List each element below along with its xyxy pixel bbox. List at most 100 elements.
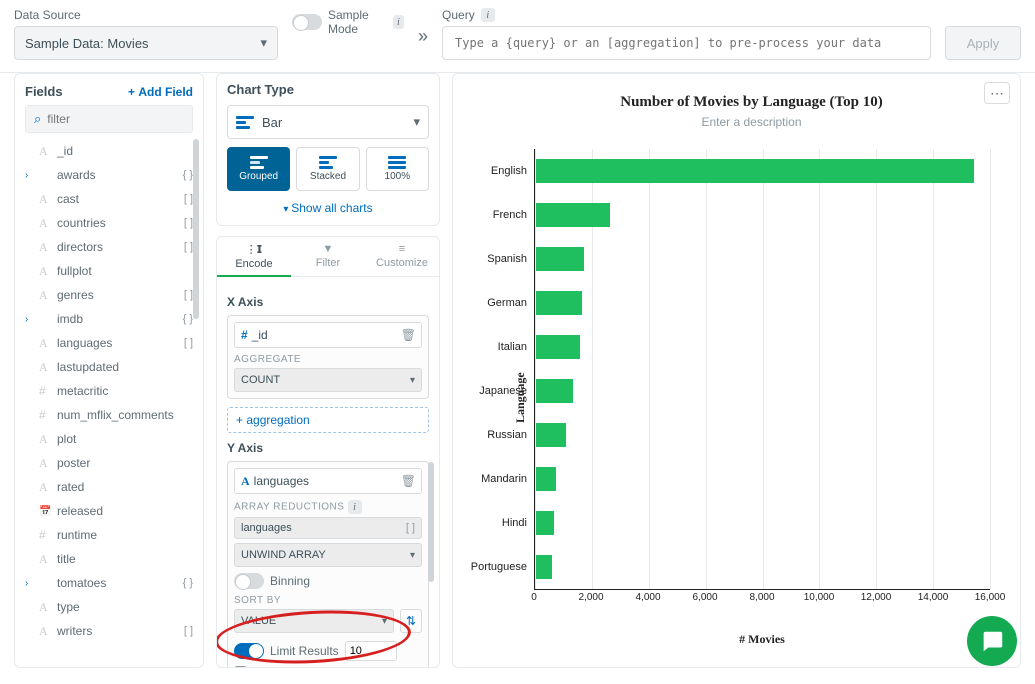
field-item-title[interactable]: Atitle	[25, 547, 201, 571]
bar-label: Portuguese	[471, 561, 535, 573]
field-item-type[interactable]: Atype	[25, 595, 201, 619]
field-item-genres[interactable]: Agenres[ ]	[25, 283, 201, 307]
field-item-languages[interactable]: Alanguages[ ]	[25, 331, 201, 355]
data-source-label: Data Source	[14, 8, 81, 22]
scrollbar[interactable]	[428, 462, 436, 667]
add-aggregation[interactable]: + aggregation	[227, 407, 429, 433]
field-item-directors[interactable]: Adirectors[ ]	[25, 235, 201, 259]
limit-results-toggle[interactable]	[234, 643, 264, 659]
field-item-cast[interactable]: Acast[ ]	[25, 187, 201, 211]
bar-label: Russian	[487, 429, 535, 441]
bar[interactable]	[536, 423, 566, 447]
chevron-right-icon: »	[418, 26, 428, 47]
chart-type-select[interactable]: Bar	[227, 105, 429, 139]
aggregate-label: AGGREGATE	[234, 354, 422, 365]
field-item-fullplot[interactable]: Afullplot	[25, 259, 201, 283]
field-item-num_mflix_comments[interactable]: #num_mflix_comments	[25, 403, 201, 427]
xaxis-label: X Axis	[227, 295, 429, 309]
sort-direction-button[interactable]: ⇅	[400, 609, 422, 633]
sample-mode-toggle[interactable]	[292, 14, 322, 30]
info-icon[interactable]: i	[481, 8, 495, 22]
field-item-_id[interactable]: A_id	[25, 139, 201, 163]
bar-label: Hindi	[502, 517, 535, 529]
add-field-button[interactable]: Add Field	[128, 85, 193, 99]
field-item-poster[interactable]: Aposter	[25, 451, 201, 475]
bar[interactable]	[536, 555, 552, 579]
field-item-released[interactable]: 📅released	[25, 499, 201, 523]
bar-label: Mandarin	[481, 473, 535, 485]
subtype-grouped[interactable]: Grouped	[227, 147, 290, 191]
info-icon[interactable]: i	[348, 500, 362, 514]
bar[interactable]	[536, 335, 580, 359]
subtype-100[interactable]: 100%	[366, 147, 429, 191]
array-op-select[interactable]: UNWIND ARRAY	[234, 543, 422, 567]
field-item-awards[interactable]: ›awards{ }	[25, 163, 201, 187]
chat-icon	[979, 628, 1005, 654]
field-item-lastupdated[interactable]: Alastupdated	[25, 355, 201, 379]
data-source-select[interactable]: Sample Data: Movies	[14, 26, 278, 60]
chart-subtitle[interactable]: Enter a description	[513, 115, 990, 129]
show-all-others-label: Show "All Others"	[253, 665, 348, 667]
bar-label: Italian	[498, 341, 535, 353]
bar[interactable]	[536, 467, 556, 491]
xaxis-field-chip[interactable]: # _id 🗑	[234, 322, 422, 348]
aggregate-select[interactable]: COUNT	[234, 368, 422, 392]
search-icon: ⌕	[34, 111, 41, 127]
bar-label: Japanese	[479, 385, 535, 397]
chart-plot-area: EnglishFrenchSpanishGermanItalianJapanes…	[534, 149, 990, 590]
sample-mode-label: Sample Mode	[328, 8, 387, 36]
100pct-icon	[388, 156, 406, 169]
bar-label: French	[493, 209, 535, 221]
chart-title[interactable]: Number of Movies by Language (Top 10)	[513, 94, 990, 111]
intercom-launcher[interactable]	[967, 616, 1017, 666]
bar-label: English	[491, 165, 535, 177]
query-label: Query	[442, 8, 475, 22]
stacked-icon	[319, 156, 337, 169]
yaxis-field-chip[interactable]: A languages 🗑	[234, 468, 422, 494]
fields-title: Fields	[25, 84, 63, 99]
show-all-charts[interactable]: Show all charts	[227, 201, 429, 215]
bar[interactable]	[536, 291, 582, 315]
sort-by-label: SORT BY	[234, 595, 422, 606]
field-item-runtime[interactable]: #runtime	[25, 523, 201, 547]
bar[interactable]	[536, 203, 610, 227]
bar[interactable]	[536, 511, 554, 535]
bar[interactable]	[536, 247, 584, 271]
tab-filter[interactable]: ▼ Filter	[291, 237, 365, 276]
bar-label: Spanish	[487, 253, 535, 265]
chart-menu-button[interactable]: ⋯	[984, 82, 1010, 104]
grouped-icon	[250, 156, 268, 169]
trash-icon[interactable]: 🗑	[401, 474, 416, 488]
tab-customize[interactable]: ≡ Customize	[365, 237, 439, 276]
binning-toggle[interactable]	[234, 573, 264, 589]
field-item-imdb[interactable]: ›imdb{ }	[25, 307, 201, 331]
trash-icon[interactable]: 🗑	[401, 328, 416, 342]
x-axis-label: # Movies	[534, 632, 990, 647]
query-input[interactable]	[442, 26, 931, 60]
array-field-chip[interactable]: languages[ ]	[234, 517, 422, 539]
encode-icon: ⋮𝗜	[246, 243, 263, 256]
sort-by-select[interactable]: VALUE	[234, 609, 394, 633]
tab-encode[interactable]: ⋮𝗜 Encode	[217, 237, 291, 276]
yaxis-label: Y Axis	[227, 441, 429, 455]
field-item-tomatoes[interactable]: ›tomatoes{ }	[25, 571, 201, 595]
bar[interactable]	[536, 379, 573, 403]
field-item-plot[interactable]: Aplot	[25, 427, 201, 451]
limit-results-label: Limit Results	[270, 644, 339, 658]
field-item-metacritic[interactable]: #metacritic	[25, 379, 201, 403]
filter-icon: ▼	[323, 243, 334, 255]
customize-icon: ≡	[399, 243, 405, 255]
field-item-rated[interactable]: Arated	[25, 475, 201, 499]
bar-label: German	[487, 297, 535, 309]
info-icon[interactable]: i	[393, 15, 404, 29]
show-all-others-checkbox[interactable]	[234, 666, 247, 668]
limit-results-input[interactable]	[345, 641, 397, 661]
binning-label: Binning	[270, 574, 310, 588]
apply-button[interactable]: Apply	[945, 26, 1021, 60]
bar-chart-icon	[236, 116, 254, 129]
subtype-stacked[interactable]: Stacked	[296, 147, 359, 191]
field-item-countries[interactable]: Acountries[ ]	[25, 211, 201, 235]
field-item-writers[interactable]: Awriters[ ]	[25, 619, 201, 643]
bar[interactable]	[536, 159, 974, 183]
field-filter-input[interactable]: ⌕	[25, 105, 193, 133]
